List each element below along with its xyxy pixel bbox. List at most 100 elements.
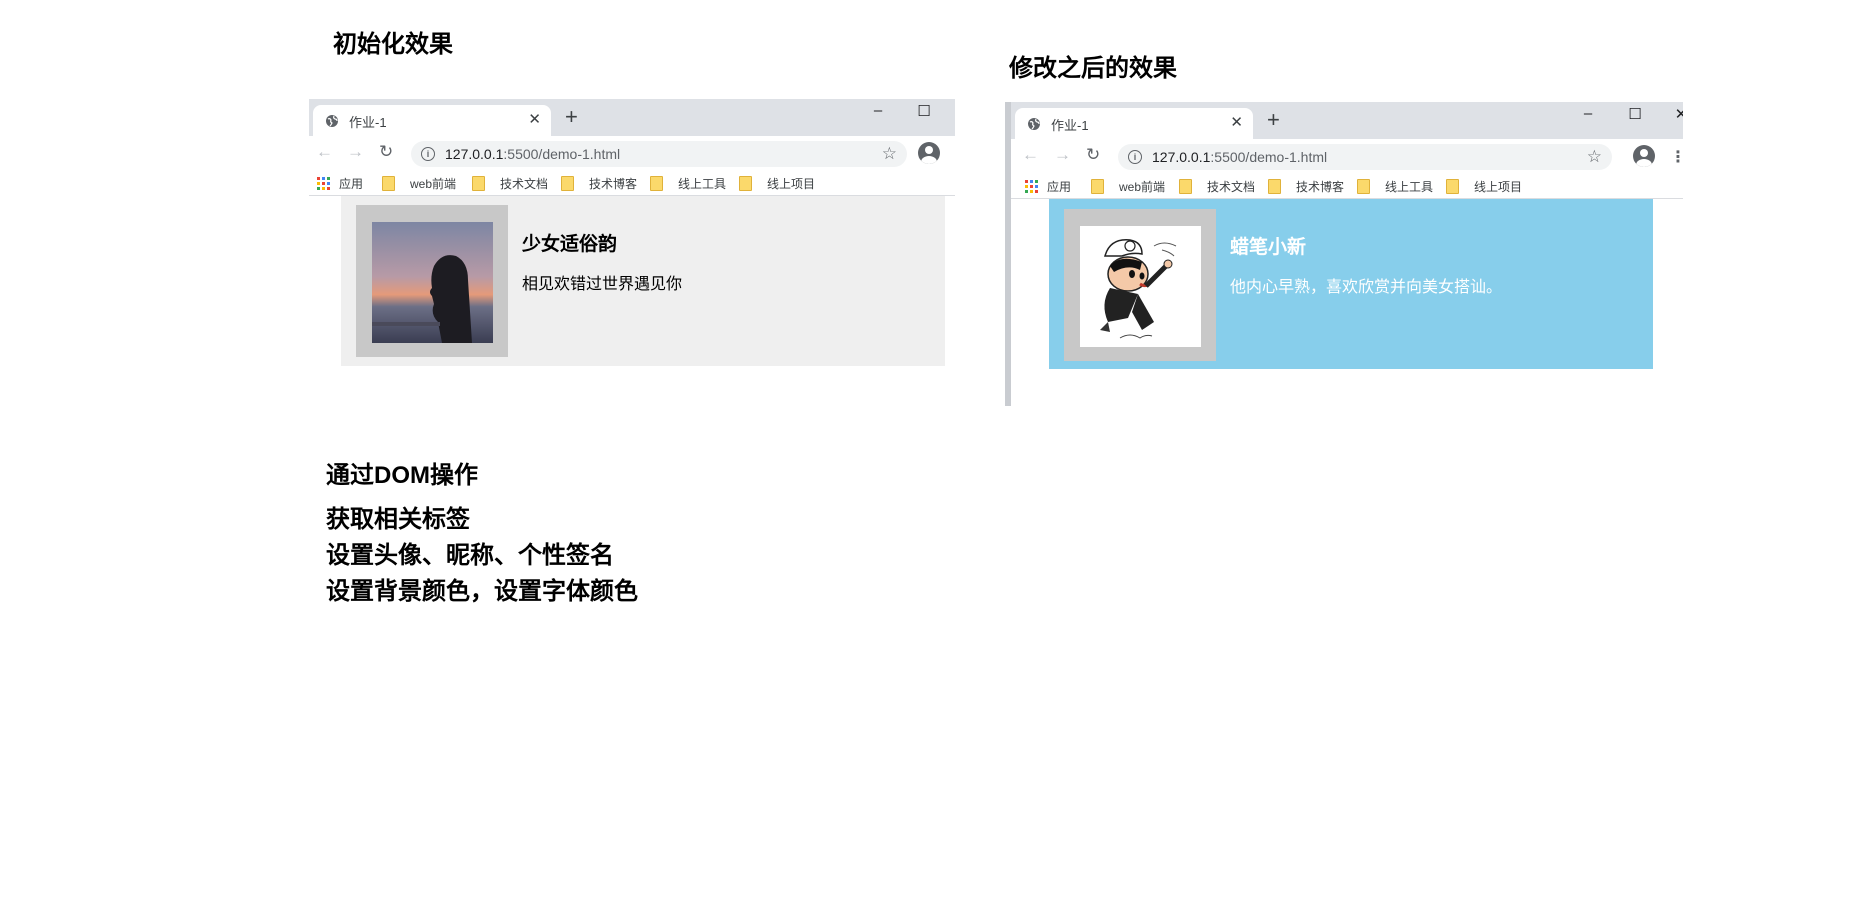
notes-step: 获取相关标签 bbox=[326, 506, 470, 533]
url-path: :5500/demo-1.html bbox=[503, 146, 621, 162]
star-icon[interactable]: ☆ bbox=[882, 144, 897, 164]
apps-icon bbox=[317, 177, 330, 190]
page-content: 蜡笔小新 他内心早熟，喜欢欣赏并向美女搭讪。 bbox=[1011, 199, 1683, 406]
bookmark-apps[interactable]: 应用 bbox=[1025, 178, 1071, 195]
bookmark-blog[interactable]: 技术博客 bbox=[561, 175, 637, 192]
tab-close-icon[interactable]: ✕ bbox=[1230, 113, 1243, 131]
forward-arrow-icon[interactable]: → bbox=[1054, 145, 1071, 165]
folder-icon bbox=[1179, 179, 1192, 194]
bookmark-label: 技术博客 bbox=[1296, 180, 1345, 194]
tab-title: 作业-1 bbox=[349, 115, 387, 130]
browser-window-initial: 作业-1 ✕ + – ☐ ← → ↻ i 127.0.0.1:5500/demo… bbox=[309, 99, 955, 399]
sunset-girl-photo bbox=[372, 222, 493, 343]
folder-icon bbox=[1446, 179, 1459, 194]
bookmark-label: 线上工具 bbox=[678, 177, 727, 191]
new-tab-button[interactable]: + bbox=[1267, 107, 1280, 133]
address-bar[interactable]: i 127.0.0.1:5500/demo-1.html ☆ bbox=[411, 141, 907, 167]
profile-icon[interactable] bbox=[1633, 145, 1655, 167]
bookmark-label: 技术文档 bbox=[500, 177, 549, 191]
bookmark-docs[interactable]: 技术文档 bbox=[1179, 178, 1255, 195]
reload-icon[interactable]: ↻ bbox=[379, 142, 393, 162]
folder-icon bbox=[739, 176, 752, 191]
info-icon[interactable]: i bbox=[1128, 150, 1142, 164]
profile-card-modified: 蜡笔小新 他内心早熟，喜欢欣赏并向美女搭讪。 bbox=[1049, 199, 1653, 369]
url-text: 127.0.0.1:5500/demo-1.html bbox=[445, 146, 620, 162]
apps-icon bbox=[1025, 180, 1038, 193]
bookmark-label: 应用 bbox=[1047, 180, 1072, 194]
url-text: 127.0.0.1:5500/demo-1.html bbox=[1152, 149, 1327, 165]
tab-strip: 作业-1 ✕ + – ☐ bbox=[309, 99, 955, 136]
folder-icon bbox=[382, 176, 395, 191]
bookmark-label: 线上项目 bbox=[767, 177, 816, 191]
globe-icon bbox=[326, 115, 338, 127]
maximize-button[interactable]: ☐ bbox=[912, 102, 936, 120]
tab-strip: 作业-1 ✕ + – ☐ ✕ bbox=[1011, 102, 1683, 139]
tab-title: 作业-1 bbox=[1051, 118, 1089, 133]
url-host: 127.0.0.1 bbox=[445, 146, 504, 162]
minimize-button[interactable]: – bbox=[866, 102, 890, 119]
forward-arrow-icon[interactable]: → bbox=[347, 142, 364, 162]
page-content: 少女适俗韵 相见欢错过世界遇见你 bbox=[309, 196, 955, 399]
back-arrow-icon[interactable]: ← bbox=[1022, 145, 1039, 165]
tab-close-icon[interactable]: ✕ bbox=[528, 110, 541, 128]
dom-notes: 通过DOM操作 获取相关标签 设置头像、昵称、个性签名 设置背景颜色，设置字体颜… bbox=[326, 458, 638, 610]
bookmark-tools[interactable]: 线上工具 bbox=[1357, 178, 1433, 195]
folder-icon bbox=[561, 176, 574, 191]
bookmark-docs[interactable]: 技术文档 bbox=[472, 175, 548, 192]
bookmarks-bar: 应用 web前端 技术文档 技术博客 线上工具 线上项目 bbox=[309, 170, 955, 196]
bookmark-label: 应用 bbox=[339, 177, 364, 191]
bookmark-web[interactable]: web前端 bbox=[382, 175, 456, 192]
back-arrow-icon[interactable]: ← bbox=[316, 142, 333, 162]
bookmarks-bar: 应用 web前端 技术文档 技术博客 线上工具 线上项目 bbox=[1011, 173, 1683, 199]
folder-icon bbox=[650, 176, 663, 191]
nickname: 蜡笔小新 bbox=[1230, 237, 1307, 258]
address-bar[interactable]: i 127.0.0.1:5500/demo-1.html ☆ bbox=[1118, 144, 1612, 170]
avatar-photo bbox=[1080, 226, 1201, 347]
notes-title: 通过DOM操作 bbox=[326, 462, 478, 489]
globe-icon bbox=[1028, 118, 1040, 130]
browser-window-modified: 作业-1 ✕ + – ☐ ✕ ← → ↻ i 127.0.0.1:5500/de… bbox=[1005, 102, 1683, 406]
signature: 他内心早熟，喜欢欣赏并向美女搭讪。 bbox=[1230, 279, 1503, 296]
heading-modified: 修改之后的效果 bbox=[1009, 55, 1177, 82]
bookmark-label: 技术文档 bbox=[1207, 180, 1256, 194]
bookmark-label: 线上工具 bbox=[1385, 180, 1434, 194]
avatar-photo bbox=[372, 222, 493, 343]
url-path: :5500/demo-1.html bbox=[1210, 149, 1328, 165]
avatar-frame bbox=[1064, 209, 1216, 361]
nickname: 少女适俗韵 bbox=[522, 234, 618, 255]
profile-icon[interactable] bbox=[918, 142, 940, 164]
bookmark-label: web前端 bbox=[1119, 180, 1166, 194]
bookmark-label: 线上项目 bbox=[1474, 180, 1523, 194]
toolbar: ← → ↻ i 127.0.0.1:5500/demo-1.html ☆ ⋮ bbox=[1011, 139, 1683, 173]
bookmark-web[interactable]: web前端 bbox=[1091, 178, 1165, 195]
maximize-button[interactable]: ☐ bbox=[1623, 105, 1647, 123]
reload-icon[interactable]: ↻ bbox=[1086, 145, 1100, 165]
bookmark-apps[interactable]: 应用 bbox=[317, 175, 363, 192]
crayon-shinchan-drawing bbox=[1100, 239, 1177, 339]
new-tab-button[interactable]: + bbox=[565, 104, 578, 130]
star-icon[interactable]: ☆ bbox=[1587, 147, 1602, 167]
toolbar: ← → ↻ i 127.0.0.1:5500/demo-1.html ☆ bbox=[309, 136, 955, 170]
avatar-frame bbox=[356, 205, 508, 357]
folder-icon bbox=[1268, 179, 1281, 194]
bookmark-label: 技术博客 bbox=[589, 177, 638, 191]
close-window-button[interactable]: ✕ bbox=[1669, 105, 1683, 123]
info-icon[interactable]: i bbox=[421, 147, 435, 161]
bookmark-blog[interactable]: 技术博客 bbox=[1268, 178, 1344, 195]
signature: 相见欢错过世界遇见你 bbox=[522, 276, 683, 293]
notes-step: 设置头像、昵称、个性签名 bbox=[326, 542, 614, 569]
kebab-menu-icon[interactable]: ⋮ bbox=[1670, 147, 1683, 167]
folder-icon bbox=[1357, 179, 1370, 194]
bookmark-projects[interactable]: 线上项目 bbox=[739, 175, 815, 192]
profile-card-initial: 少女适俗韵 相见欢错过世界遇见你 bbox=[341, 196, 945, 366]
bookmark-tools[interactable]: 线上工具 bbox=[650, 175, 726, 192]
heading-initial: 初始化效果 bbox=[333, 31, 453, 58]
folder-icon bbox=[472, 176, 485, 191]
bookmark-projects[interactable]: 线上项目 bbox=[1446, 178, 1522, 195]
tab-active[interactable]: 作业-1 ✕ bbox=[313, 105, 551, 136]
bookmark-label: web前端 bbox=[410, 177, 457, 191]
tab-active[interactable]: 作业-1 ✕ bbox=[1015, 108, 1253, 139]
url-host: 127.0.0.1 bbox=[1152, 149, 1211, 165]
notes-step: 设置背景颜色，设置字体颜色 bbox=[326, 578, 638, 605]
minimize-button[interactable]: – bbox=[1576, 105, 1600, 122]
